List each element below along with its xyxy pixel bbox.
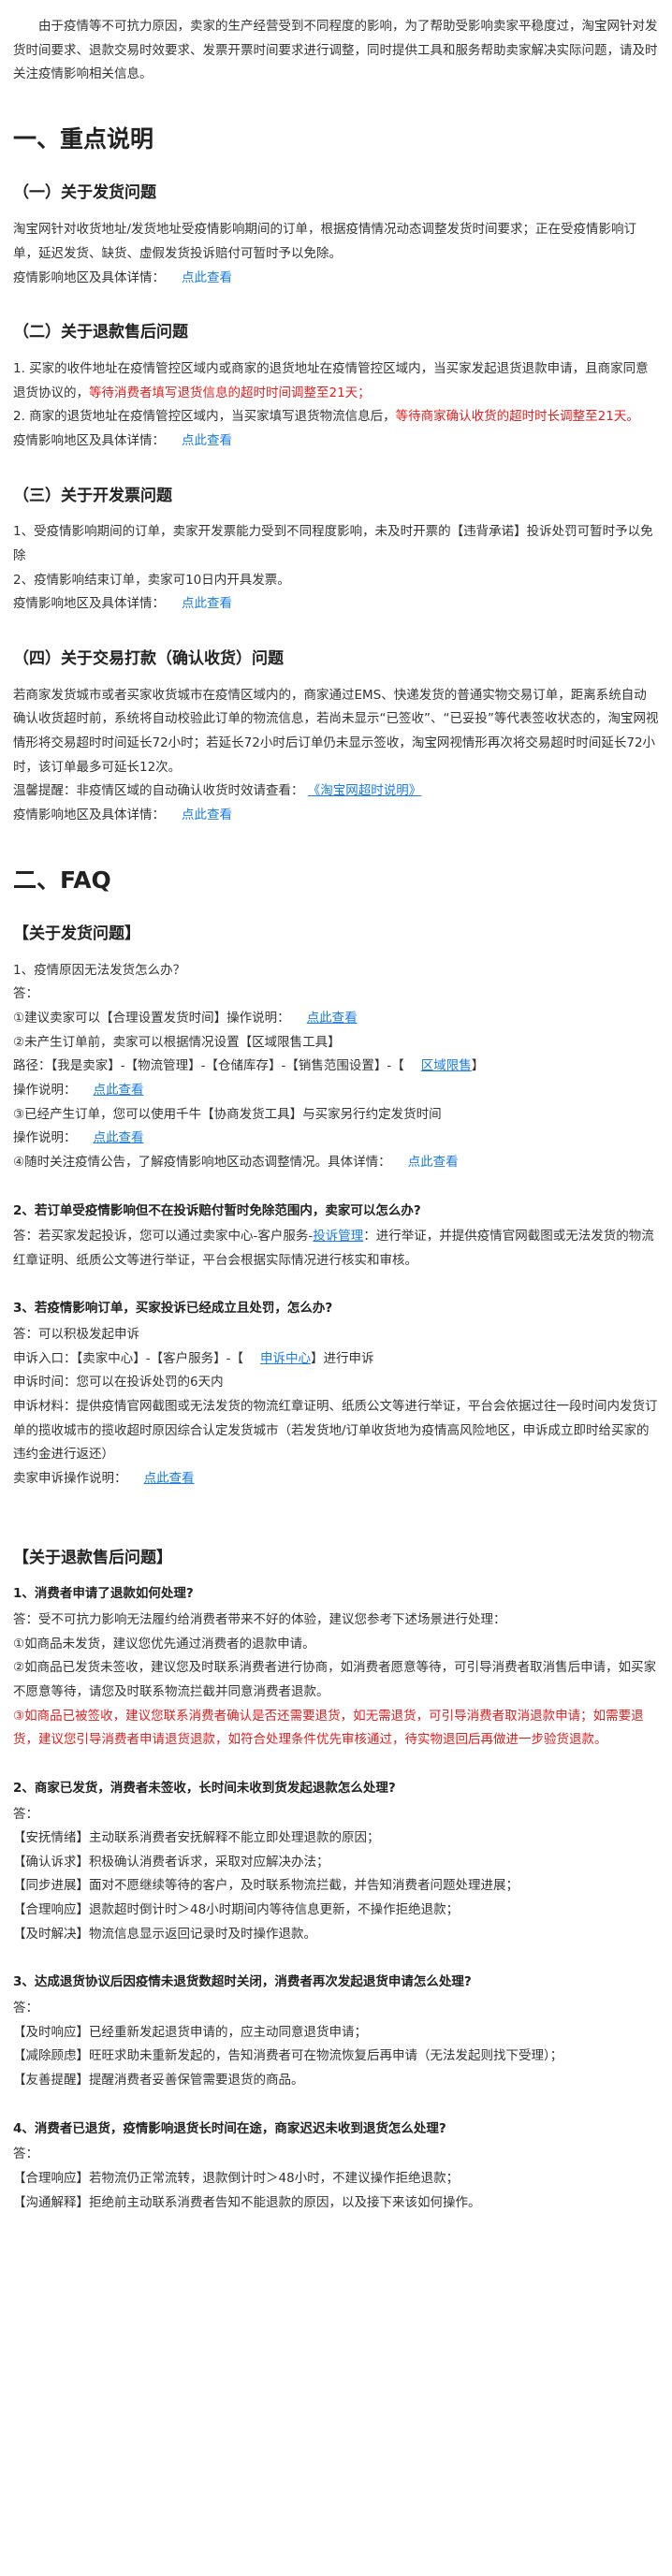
appeal-guide-link[interactable]: 点此查看: [144, 1471, 195, 1486]
appeal-center-link[interactable]: 申诉中心: [260, 1351, 311, 1366]
intro-paragraph: 由于疫情等不可抗力原因，卖家的生产经营受到不同程度的影响，为了帮助受影响卖家平稳…: [13, 19, 658, 82]
faq-shipping-q1-line7: ④随时关注疫情公告，了解疫情影响地区动态调整情况。具体详情： 点此查看: [13, 1154, 459, 1170]
complaint-management-link[interactable]: 投诉管理: [313, 1229, 363, 1244]
faq-shipping-q1-line3: 路径：【我是卖家】-【物流管理】-【仓储库存】-【销售范围设置】-【 区域限售】: [13, 1058, 485, 1074]
faq-shipping-q3-line3: 申诉时间：您可以在投诉处罚的6天内: [13, 1375, 224, 1390]
faq-refund-q3-line2: 【减除顾虑】旺旺求助未重新发起的，告知消费者可在物流恢复后再申请（无法发起则找下…: [13, 2048, 563, 2064]
faq-refund-q1-line3-highlight: ③如商品已被签收，建议您联系消费者确认是否还需要退货，如无需退货，可引导消费者取…: [13, 1708, 644, 1748]
refund-item-2-highlight: 等待商家确认收货的超时时长调整至21天。: [395, 409, 639, 425]
faq-shipping-q2-answer: 答：若买家发起投诉，您可以通过卖家中心-客户服务-投诉管理：进行举证，并提供疫情…: [13, 1229, 654, 1268]
shipping-time-guide-link[interactable]: 点此查看: [307, 1011, 358, 1026]
shipping-heading: （一）关于发货问题: [13, 183, 156, 203]
faq-refund-q2-line3: 【同步进展】面对不愿继续等待的客户，及时联系物流拦截，并告知消费者问题处理进展；: [13, 1878, 519, 1894]
faq-refund-q3: 3、达成退货协议后因疫情未退货数超时关闭，消费者再次发起退货申请怎么处理?: [13, 1974, 472, 1990]
detail-label: 疫情影响地区及具体详情：: [13, 596, 165, 612]
invoice-item-2: 2、疫情影响结束订单，卖家可10日内开具发票。: [13, 572, 290, 588]
invoice-detail-line: 疫情影响地区及具体详情： 点此查看: [13, 592, 659, 617]
refund-detail-line: 疫情影响地区及具体详情： 点此查看: [13, 429, 659, 454]
faq-shipping-q1-line4: 操作说明： 点此查看: [13, 1083, 144, 1098]
faq-refund-q2-line4: 【合理响应】退款超时倒计时＞48小时期间内等待信息更新，不操作拒绝退款；: [13, 1902, 460, 1918]
faq-shipping-q2: 2、若订单受疫情影响但不在投诉赔付暂时免除范围内，卖家可以怎么办?: [13, 1202, 421, 1218]
refund-item-1-highlight: 等待消费者填写退货信息的超时时间调整至21天；: [89, 385, 371, 400]
faq-refund-q1: 1、消费者申请了退款如何处理?: [13, 1586, 194, 1602]
epidemic-notice-link[interactable]: 点此查看: [408, 1155, 459, 1170]
invoice-detail-link[interactable]: 点此查看: [182, 596, 232, 611]
faq-refund-q2-line5: 【及时解决】物流信息显示返回记录时及时操作退款。: [13, 1926, 316, 1942]
shipping-detail-line: 疫情影响地区及具体详情： 点此查看: [13, 267, 659, 291]
faq-refund-q4: 4、消费者已退货，疫情影响退货长时间在途，商家迟迟未收到退货怎么处理?: [13, 2120, 446, 2136]
faq-shipping-q1-line1: ①建议卖家可以【合理设置发货时间】操作说明： 点此查看: [13, 1011, 358, 1026]
faq-shipping-q3-line5: 卖家申诉操作说明： 点此查看: [13, 1470, 195, 1486]
shipping-body: 淘宝网针对收货地址/发货地址受疫情影响期间的订单，根据疫情情况动态调整发货时间要…: [13, 222, 637, 261]
faq-refund-q2-line1: 【安抚情绪】主动联系消费者安抚解释不能立即处理退款的原因；: [13, 1830, 380, 1846]
negotiation-tool-guide-link[interactable]: 点此查看: [94, 1130, 144, 1145]
faq-refund-q4-line2: 【沟通解释】拒绝前主动联系消费者告知不能退款的原因，以及接下来该如何操作。: [13, 2194, 481, 2210]
payment-body: 若商家发货城市或者买家收货城市在疫情区域内的，商家通过EMS、快递发货的普通实物…: [13, 687, 659, 775]
answer-label: 答：: [13, 1806, 38, 1822]
refund-item-1: 1. 买家的收件地址在疫情管控区域内或商家的退货地址在疫情管控区域内，当买家发起…: [13, 360, 649, 400]
faq-shipping-group-heading: 【关于发货问题】: [13, 924, 140, 943]
faq-shipping-q1-line6: 操作说明： 点此查看: [13, 1130, 144, 1146]
faq-shipping-q1: 1、疫情原因无法发货怎么办？: [13, 962, 186, 978]
faq-refund-q1-line1: ①如商品未发货，建议您优先通过消费者的退款申请。: [13, 1636, 315, 1652]
faq-refund-q4-line1: 【合理响应】若物流仍正常流转，退款倒计时＞48小时，不建议操作拒绝退款；: [13, 2170, 460, 2186]
answer-label: 答：: [13, 986, 38, 1002]
payment-tip-line: 温馨提醒：非疫情区域的自动确认收货时效请查看： 《淘宝网超时说明》: [13, 783, 422, 799]
faq-shipping-q3: 3、若疫情影响订单，买家投诉已经成立且处罚，怎么办?: [13, 1301, 333, 1317]
detail-label: 疫情影响地区及具体详情：: [13, 269, 165, 285]
faq-shipping-q3-line1: 答：可以积极发起申诉: [13, 1327, 139, 1343]
refund-heading: （二）关于退款售后问题: [13, 323, 188, 342]
invoice-item-1: 1、受疫情影响期间的订单，卖家开发票能力受到不同程度影响，未及时开票的【违背承诺…: [13, 524, 653, 563]
answer-label: 答：: [13, 2001, 38, 2016]
payment-heading: （四）关于交易打款（确认收货）问题: [13, 648, 284, 668]
article: 由于疫情等不可抗力原因，卖家的生产经营受到不同程度的影响，为了帮助受影响卖家平稳…: [0, 0, 672, 2224]
faq-refund-q1-line2: ②如商品已发货未签收，建议您及时联系消费者进行协商，如消费者愿意等待，可引导消费…: [13, 1660, 657, 1699]
timeout-rules-link[interactable]: 《淘宝网超时说明》: [308, 783, 422, 798]
shipping-detail-link[interactable]: 点此查看: [182, 270, 232, 285]
faq-shipping-q1-line2: ②未产生订单前，卖家可以根据情况设置【区域限售工具】: [13, 1034, 341, 1050]
payment-detail-link[interactable]: 点此查看: [182, 808, 232, 822]
section-title-faq: 二、FAQ: [13, 866, 111, 894]
section-title-key-notes: 一、重点说明: [13, 124, 154, 153]
detail-label: 疫情影响地区及具体详情：: [13, 432, 165, 448]
invoice-heading: （三）关于开发票问题: [13, 486, 172, 505]
faq-refund-q3-line1: 【及时响应】已经重新发起退货申请的，应主动同意退货申请；: [13, 2024, 367, 2040]
faq-refund-q2: 2、商家已发货，消费者未签收，长时间未收到货发起退款怎么处理?: [13, 1780, 396, 1796]
regional-restriction-link[interactable]: 区域限售: [421, 1058, 472, 1073]
detail-label: 疫情影响地区及具体详情：: [13, 807, 165, 822]
refund-item-2: 2. 商家的退货地址在疫情管控区域内，当买家填写退货物流信息后，等待商家确认收货…: [13, 409, 639, 425]
regional-restriction-guide-link[interactable]: 点此查看: [94, 1083, 144, 1098]
faq-shipping-q3-line2: 申诉入口：【卖家中心】-【客户服务】-【 申诉中心】进行申诉: [13, 1350, 374, 1366]
answer-label: 答：: [13, 2147, 38, 2162]
faq-shipping-q1-line5: ③已经产生订单，您可以使用千牛【协商发货工具】与买家另行约定发货时间: [13, 1106, 442, 1122]
payment-detail-line: 疫情影响地区及具体详情： 点此查看: [13, 804, 659, 828]
faq-refund-group-heading: 【关于退款售后问题】: [13, 1548, 172, 1567]
faq-refund-q1-answer: 答：受不可抗力影响无法履约给消费者带来不好的体验，建议您参考下述场景进行处理：: [13, 1612, 506, 1628]
refund-detail-link[interactable]: 点此查看: [182, 433, 232, 448]
faq-refund-q3-line3: 【友善提醒】提醒消费者妥善保管需要退货的商品。: [13, 2072, 304, 2088]
faq-shipping-q3-line4: 申诉材料：提供疫情官网截图或无法发货的物流红章证明、纸质公文等进行举证，平台会依…: [13, 1399, 658, 1463]
faq-refund-q2-line2: 【确认诉求】积极确认消费者诉求，采取对应解决办法；: [13, 1854, 329, 1870]
